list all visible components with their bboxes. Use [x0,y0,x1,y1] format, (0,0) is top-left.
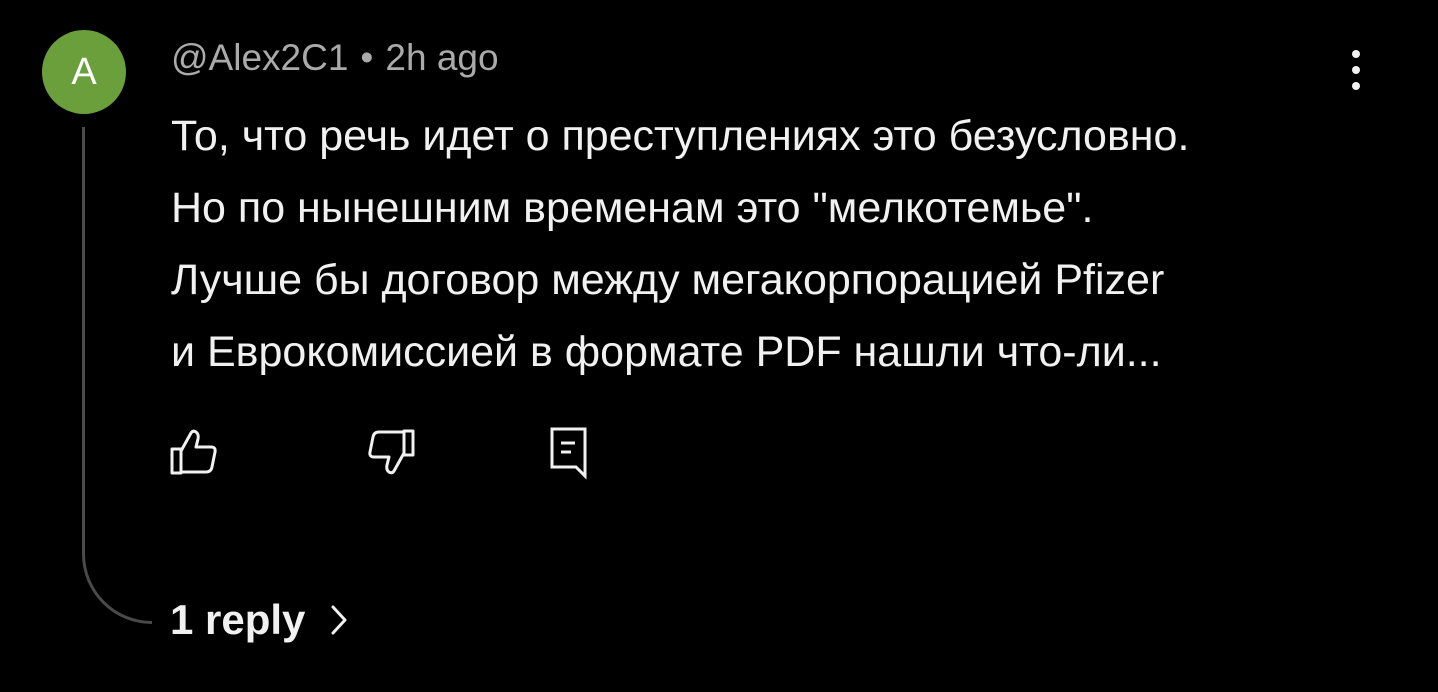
replies-count-label: 1 reply [170,596,306,643]
thumb-up-icon [170,429,217,475]
dislike-button[interactable] [359,420,423,484]
like-button[interactable] [162,420,226,484]
meta-separator: • [360,37,374,78]
avatar[interactable]: A [42,30,126,114]
comment-line: Но по нынешним временам это "мелкотемье"… [171,184,1094,232]
comment-meta: @Alex2C1 • 2h ago [171,34,499,82]
comment-reply-icon [550,427,587,480]
chevron-right-icon [329,602,349,638]
comment-line: То, что речь идет о преступлениях это бе… [171,112,1190,160]
thumb-down-icon [368,429,415,475]
more-options-button[interactable] [1336,46,1376,94]
comment-line: и Еврокомиссией в формате PDF нашли что-… [171,328,1162,376]
reply-button[interactable] [535,420,599,484]
comment-time: 2h ago [385,37,499,78]
author-name[interactable]: @Alex2C1 [171,37,348,78]
comment-line: Лучше бы договор между мегакорпорацией P… [171,256,1165,304]
thread-line [82,127,152,624]
comment-body: То, что речь идет о преступлениях это бе… [171,100,1371,388]
avatar-letter: A [71,50,97,93]
view-replies-button[interactable]: 1 reply [170,594,349,646]
more-vertical-icon [1352,50,1360,90]
